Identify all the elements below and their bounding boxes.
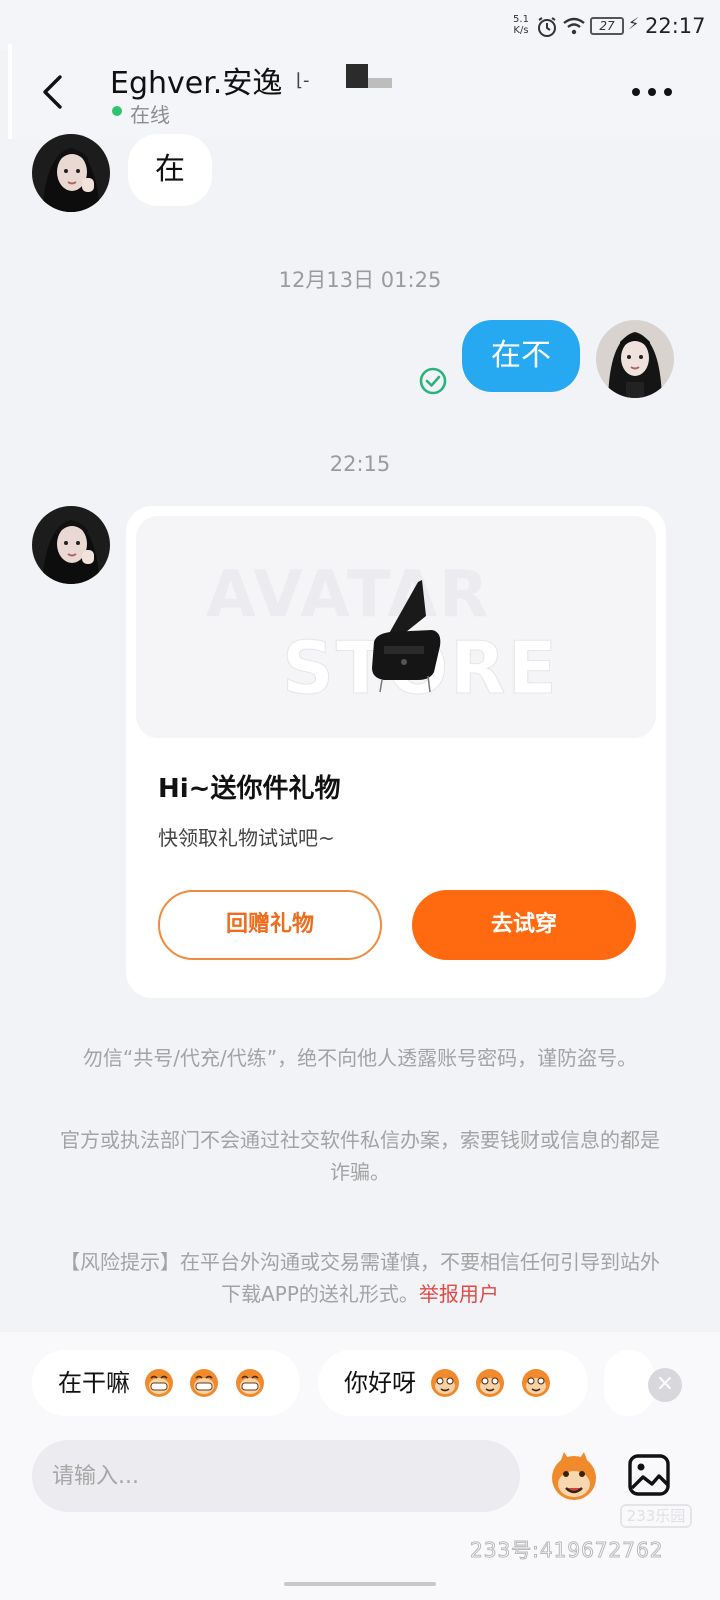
chat-title: Eghver.安逸 — [110, 66, 283, 101]
risk-notice: 【风险提示】在平台外沟通或交易需谨慎，不要相信任何引导到站外下载APP的送礼形式… — [60, 1246, 660, 1310]
message-timestamp: 22:15 — [329, 452, 391, 476]
online-status-text: 在线 — [130, 103, 170, 127]
image-picker-button[interactable] — [626, 1452, 672, 1498]
read-check-icon — [418, 366, 448, 400]
site-watermark-logo: 233乐园 — [620, 1504, 692, 1528]
risk-notice-text: 【风险提示】在平台外沟通或交易需谨慎，不要相信任何引导到站外下载APP的送礼形式… — [60, 1250, 660, 1306]
grinning-monkey-emoji — [144, 1369, 173, 1397]
image-icon — [628, 1454, 670, 1496]
report-user-link[interactable]: 举报用户 — [419, 1282, 499, 1306]
close-quick-replies-button[interactable]: × — [648, 1368, 682, 1402]
redaction-block — [346, 64, 368, 88]
return-gift-button[interactable]: 回赠礼物 — [158, 890, 382, 960]
contact-avatar[interactable] — [32, 506, 110, 584]
gift-title: Hi~送你件礼物 — [158, 774, 341, 804]
redaction-block — [368, 78, 392, 88]
gift-image: AVATAR STORE — [136, 516, 656, 738]
wifi-icon — [562, 17, 586, 39]
quick-reply-chip[interactable]: 在干嘛 — [32, 1350, 300, 1416]
quick-reply-text: 你好呀 — [344, 1369, 416, 1397]
battery-icon: 27 — [590, 17, 624, 35]
dot-icon — [648, 88, 656, 96]
emoji-button[interactable] — [544, 1446, 604, 1506]
quick-reply-chip[interactable]: 你好呀 — [318, 1350, 588, 1416]
message-input[interactable] — [32, 1440, 520, 1512]
redacted-mark: ⌊- — [296, 70, 310, 91]
status-time: 22:17 — [645, 14, 706, 38]
home-indicator[interactable] — [284, 1582, 436, 1586]
charging-icon: ⚡ — [628, 14, 640, 33]
gift-card[interactable]: AVATAR STORE Hi~送你件礼物 快领取礼物试试吧~ 回赠礼物 去试穿 — [126, 506, 666, 998]
quick-reply-chip[interactable] — [604, 1350, 654, 1416]
network-speed: 5.1 K/s — [513, 14, 529, 36]
gift-subtitle: 快领取礼物试试吧~ — [158, 826, 335, 850]
dot-icon — [664, 88, 672, 96]
try-on-button[interactable]: 去试穿 — [412, 890, 636, 960]
fraud-notice: 官方或执法部门不会通过社交软件私信办案，索要钱财或信息的都是诈骗。 — [60, 1128, 660, 1184]
back-arrow-icon — [43, 75, 62, 109]
message-bubble-sent[interactable]: 在不 — [462, 320, 580, 392]
contact-avatar[interactable] — [32, 134, 110, 212]
security-notice: 勿信“共号/代充/代练”，绝不向他人透露账号密码，谨防盗号。 — [82, 1046, 638, 1070]
monkey-mascot-icon — [552, 1452, 596, 1500]
online-status-dot — [112, 106, 122, 116]
grinning-monkey-emoji — [190, 1369, 219, 1397]
message-bubble-received[interactable]: 在 — [128, 134, 212, 206]
waving-monkey-emoji — [430, 1369, 459, 1397]
message-timestamp: 12月13日 01:25 — [278, 268, 442, 292]
bag-image — [368, 576, 448, 700]
grinning-monkey-emoji — [235, 1369, 264, 1397]
alarm-icon — [536, 16, 558, 42]
close-icon: × — [655, 1371, 675, 1396]
waving-monkey-emoji — [521, 1369, 550, 1397]
site-watermark-id: 233号:419672762 — [469, 1538, 664, 1563]
more-options-button[interactable] — [626, 76, 676, 106]
quick-reply-text: 在干嘛 — [58, 1369, 130, 1397]
waving-monkey-emoji — [476, 1369, 505, 1397]
my-avatar[interactable] — [596, 320, 674, 398]
back-button[interactable] — [30, 62, 80, 122]
dot-icon — [632, 88, 640, 96]
